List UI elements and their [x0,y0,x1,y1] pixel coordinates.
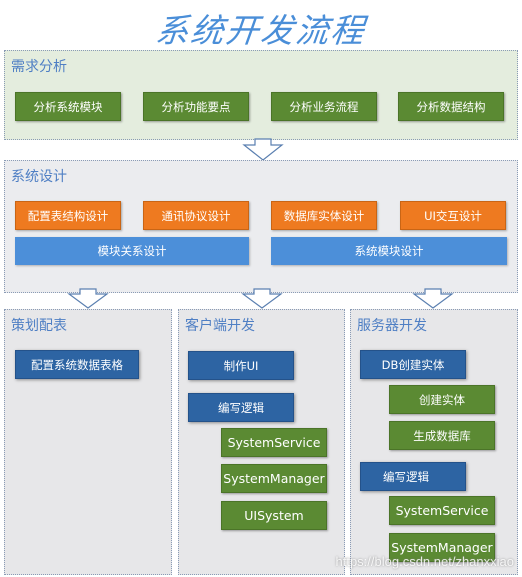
client-section: 客户端开发 制作UI 编写逻辑 SystemService SystemMana… [178,309,345,575]
requirement-item: 分析业务流程 [271,92,377,121]
design-module-bar: 系统模块设计 [271,237,507,265]
down-arrow-icon [412,288,454,309]
client-step: 制作UI [188,351,294,380]
server-label: 服务器开发 [357,318,427,334]
design-item: 数据库实体设计 [271,201,377,230]
planning-section: 策划配表 配置系统数据表格 [4,309,172,575]
requirements-section: 需求分析 分析系统模块 分析功能要点 分析业务流程 分析数据结构 [4,50,518,140]
design-item: 通讯协议设计 [143,201,249,230]
design-module-bar: 模块关系设计 [15,237,249,265]
server-section: 服务器开发 DB创建实体 创建实体 生成数据库 编写逻辑 SystemServi… [350,309,518,575]
down-arrow-icon [241,288,283,309]
server-sub-item: SystemService [389,496,495,525]
client-sub-item: SystemService [221,428,327,457]
client-sub-item: SystemManager [221,464,327,493]
server-step: 编写逻辑 [360,462,466,491]
server-step: DB创建实体 [360,350,466,379]
requirement-item: 分析数据结构 [398,92,504,121]
down-arrow-icon [242,138,284,161]
design-label: 系统设计 [11,169,67,185]
design-item: UI交互设计 [400,201,506,230]
requirement-item: 分析功能要点 [143,92,249,121]
planning-item: 配置系统数据表格 [15,350,139,379]
down-arrow-icon [67,288,109,309]
design-section: 系统设计 配置表结构设计 通讯协议设计 数据库实体设计 UI交互设计 模块关系设… [4,160,518,293]
requirements-label: 需求分析 [11,59,67,75]
watermark-url: https://blog.csdn.net/zhanxxiao [335,554,514,569]
server-sub-item: 创建实体 [389,385,495,414]
client-sub-item: UISystem [221,501,327,530]
client-label: 客户端开发 [185,318,255,334]
planning-label: 策划配表 [11,318,67,334]
client-step: 编写逻辑 [188,393,294,422]
requirement-item: 分析系统模块 [15,92,121,121]
design-item: 配置表结构设计 [15,201,121,230]
diagram-title: 系统开发流程 [153,11,368,50]
server-sub-item: 生成数据库 [389,421,495,450]
